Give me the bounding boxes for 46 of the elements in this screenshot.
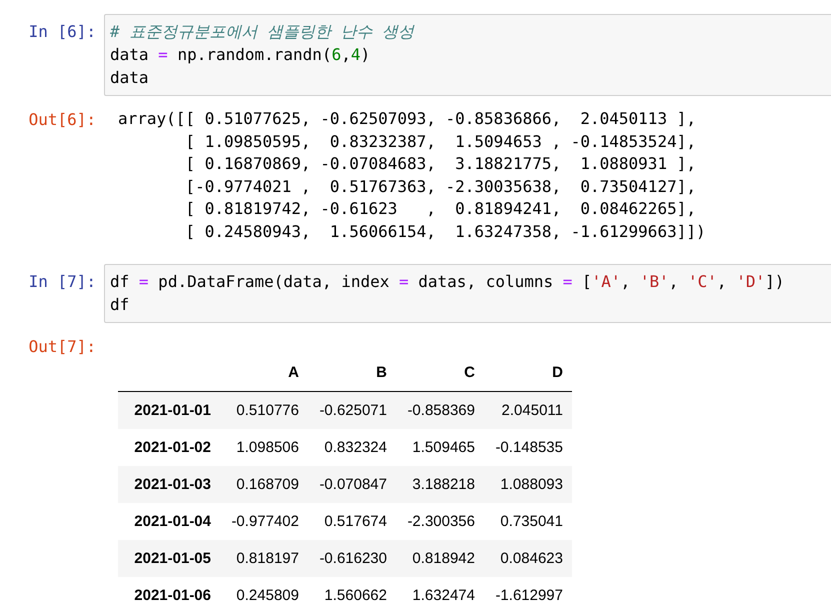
table-cell: 0.818942 bbox=[396, 540, 484, 577]
output-prompt: Out[7]: bbox=[28, 336, 97, 358]
table-cell: -0.977402 bbox=[220, 502, 308, 540]
table-cell: -0.070847 bbox=[308, 466, 396, 503]
table-cell: -0.625071 bbox=[308, 391, 396, 429]
table-cell: 3.188218 bbox=[396, 466, 484, 503]
column-header: C bbox=[396, 354, 484, 392]
column-header: D bbox=[484, 354, 572, 392]
table-cell: 1.098506 bbox=[220, 428, 308, 466]
code-editor[interactable]: # 표준정규분포에서 샘플링한 난수 생성 data = np.random.randn(6,4) data bbox=[104, 14, 831, 96]
table-cell: 0.735041 bbox=[484, 502, 572, 540]
table-cell: 0.168709 bbox=[220, 466, 308, 503]
table-cell: -1.612997 bbox=[484, 576, 572, 607]
table-cell: 0.517674 bbox=[308, 502, 396, 540]
table-cell: -0.616230 bbox=[308, 540, 396, 577]
table-cell: -0.858369 bbox=[396, 391, 484, 429]
input-prompt: In [7]: bbox=[28, 270, 97, 293]
table-cell: 0.832324 bbox=[308, 428, 396, 466]
column-header: B bbox=[308, 354, 396, 392]
table-cell: 1.088093 bbox=[484, 466, 572, 503]
row-index: 2021-01-04 bbox=[118, 502, 220, 540]
output-text: array([[ 0.51077625, -0.62507093, -0.85836866, 2.0450113 ], [ 1.09850595, 0.83232387, 1.5094653 , -0.14853524], [ 0.16870869, -0.07084683, 3.18821775, 1.0880931 ], [-0.9774021 , 0.51767363, -2.30035638, 0.73504127], [ 0.81819742, -0.61623 , 0.81894241, 0.08462265], [ 0.24580943, 1.56066154, 1.63247358, -1.61299663]]) bbox=[117, 108, 706, 243]
row-index: 2021-01-05 bbox=[118, 540, 220, 577]
input-prompt: In [6]: bbox=[28, 21, 97, 43]
code-editor[interactable]: df = pd.DataFrame(data, index = datas, columns = ['A', 'B', 'C', 'D']) df bbox=[104, 264, 831, 323]
table-cell: 1.560662 bbox=[308, 576, 396, 607]
row-index: 2021-01-06 bbox=[118, 576, 220, 607]
table-cell: 2.045011 bbox=[484, 391, 572, 429]
table-cell: 1.509465 bbox=[396, 428, 484, 466]
code-line: df bbox=[110, 294, 130, 316]
row-index: 2021-01-03 bbox=[118, 466, 220, 503]
code-line: data = np.random.randn(6,4) bbox=[110, 44, 372, 66]
table-cell: 1.632474 bbox=[396, 576, 484, 607]
code-line: df = pd.DataFrame(data, index = datas, columns = ['A', 'B', 'C', 'D']) bbox=[110, 270, 786, 293]
code-line: data bbox=[110, 67, 150, 89]
output-prompt: Out[6]: bbox=[28, 109, 97, 131]
code-line: # 표준정규분포에서 샘플링한 난수 생성 bbox=[110, 21, 416, 43]
table-cell: 0.818197 bbox=[220, 540, 308, 577]
table-cell: 0.245809 bbox=[220, 576, 308, 607]
row-index: 2021-01-01 bbox=[118, 391, 220, 429]
table-cell: 0.510776 bbox=[220, 391, 308, 429]
table-cell: 0.084623 bbox=[484, 540, 572, 577]
table-cell: -2.300356 bbox=[396, 502, 484, 540]
column-header: A bbox=[220, 354, 308, 392]
row-index: 2021-01-02 bbox=[118, 428, 220, 466]
table-cell: -0.148535 bbox=[484, 428, 572, 466]
